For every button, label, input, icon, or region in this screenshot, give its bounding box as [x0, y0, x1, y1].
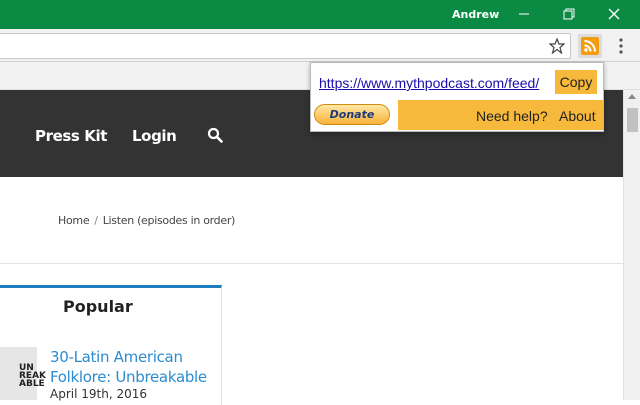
minimize-button[interactable] [502, 0, 546, 29]
copy-button[interactable]: Copy [555, 70, 597, 94]
need-help-link[interactable]: Need help? [476, 108, 548, 124]
thumb-text: UN REAK ABLE [19, 363, 47, 389]
bookmark-star-button[interactable] [548, 37, 566, 59]
breadcrumb-separator: / [94, 214, 98, 227]
page-scrollbar[interactable] [623, 90, 640, 400]
rss-extension-button[interactable] [578, 34, 602, 58]
menu-icon [619, 38, 623, 54]
breadcrumb: Home / Listen (episodes in order) [58, 214, 235, 227]
breadcrumb-home[interactable]: Home [58, 214, 90, 227]
popular-title: Popular [63, 297, 133, 316]
browser-menu-button[interactable] [614, 36, 628, 56]
restore-icon [563, 8, 575, 20]
minimize-icon [519, 13, 529, 15]
post-title-link[interactable]: 30-Latin American Folklore: Unbreakable [50, 347, 220, 387]
nav-search-button[interactable] [207, 127, 223, 148]
close-button[interactable] [592, 0, 636, 29]
search-icon [207, 127, 223, 143]
nav-login[interactable]: Login [132, 127, 177, 145]
rss-icon [581, 37, 599, 55]
address-bar[interactable] [0, 33, 571, 59]
donate-button[interactable]: Donate [314, 104, 390, 125]
about-link[interactable]: About [559, 108, 596, 124]
browser-toolbar [0, 29, 640, 62]
star-icon [548, 37, 566, 55]
post-date: April 19th, 2016 [50, 387, 147, 401]
post-thumbnail[interactable]: UN REAK ABLE [0, 347, 46, 400]
scroll-up-arrow-icon[interactable] [628, 94, 636, 99]
restore-button[interactable] [547, 0, 591, 29]
nav-press-kit[interactable]: Press Kit [35, 127, 107, 145]
breadcrumb-current: Listen (episodes in order) [102, 214, 236, 227]
profile-name[interactable]: Andrew [452, 8, 499, 21]
feed-url-link[interactable]: https://www.mythpodcast.com/feed/ [319, 75, 539, 91]
scrollbar-thumb[interactable] [627, 108, 638, 132]
close-icon [608, 8, 620, 20]
